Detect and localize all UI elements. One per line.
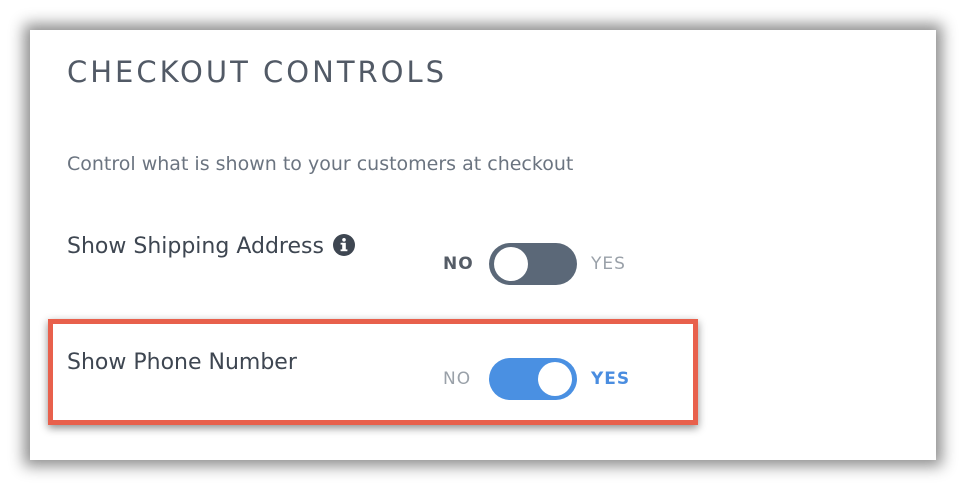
panel-title: CHECKOUT CONTROLS xyxy=(67,55,448,89)
shipping-address-setting-label: Show Shipping Address xyxy=(67,233,355,259)
shipping-address-toggle-group: NO YES xyxy=(443,242,637,286)
shipping-address-yes-label[interactable]: YES xyxy=(591,254,637,274)
shipping-address-toggle[interactable] xyxy=(489,243,577,285)
info-circle-icon[interactable] xyxy=(332,233,355,256)
toggle-knob xyxy=(494,247,528,281)
checkout-controls-panel: CHECKOUT CONTROLS Control what is shown … xyxy=(30,30,936,460)
panel-subtitle: Control what is shown to your customers … xyxy=(67,153,574,175)
shipping-address-label: Show Shipping Address xyxy=(67,234,324,259)
phone-number-highlight-box xyxy=(48,319,698,425)
shipping-address-no-label[interactable]: NO xyxy=(443,254,489,274)
